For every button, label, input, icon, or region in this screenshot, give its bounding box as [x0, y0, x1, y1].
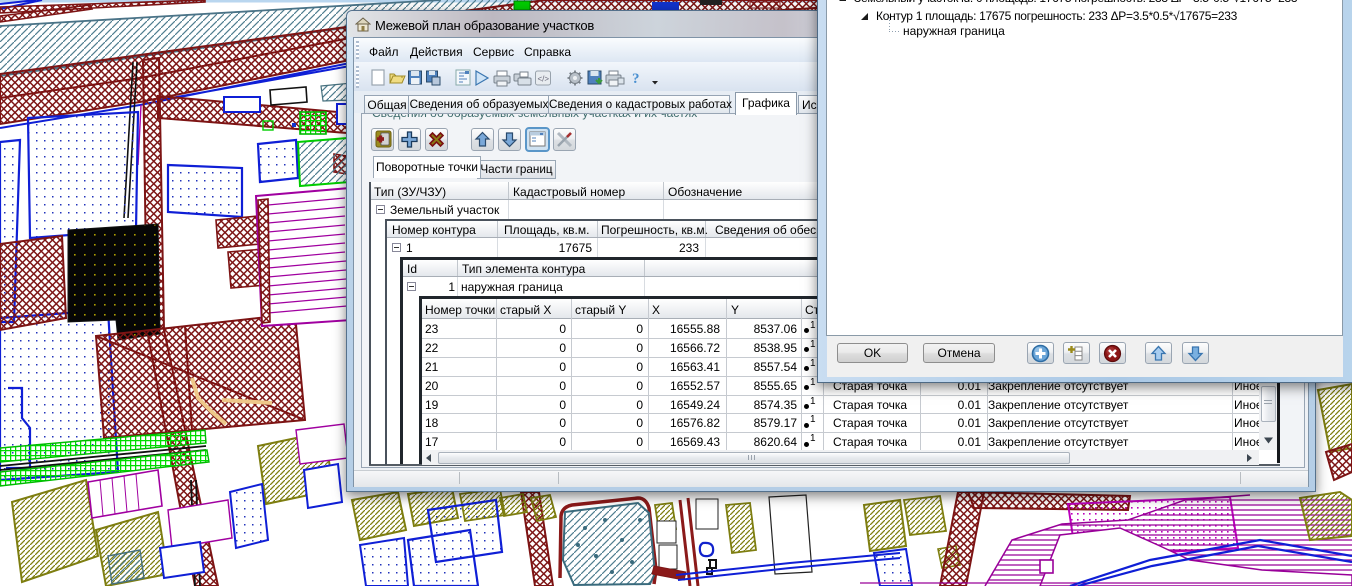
svg-text:?: ? — [632, 71, 640, 87]
svg-text:</>: </> — [538, 75, 550, 84]
